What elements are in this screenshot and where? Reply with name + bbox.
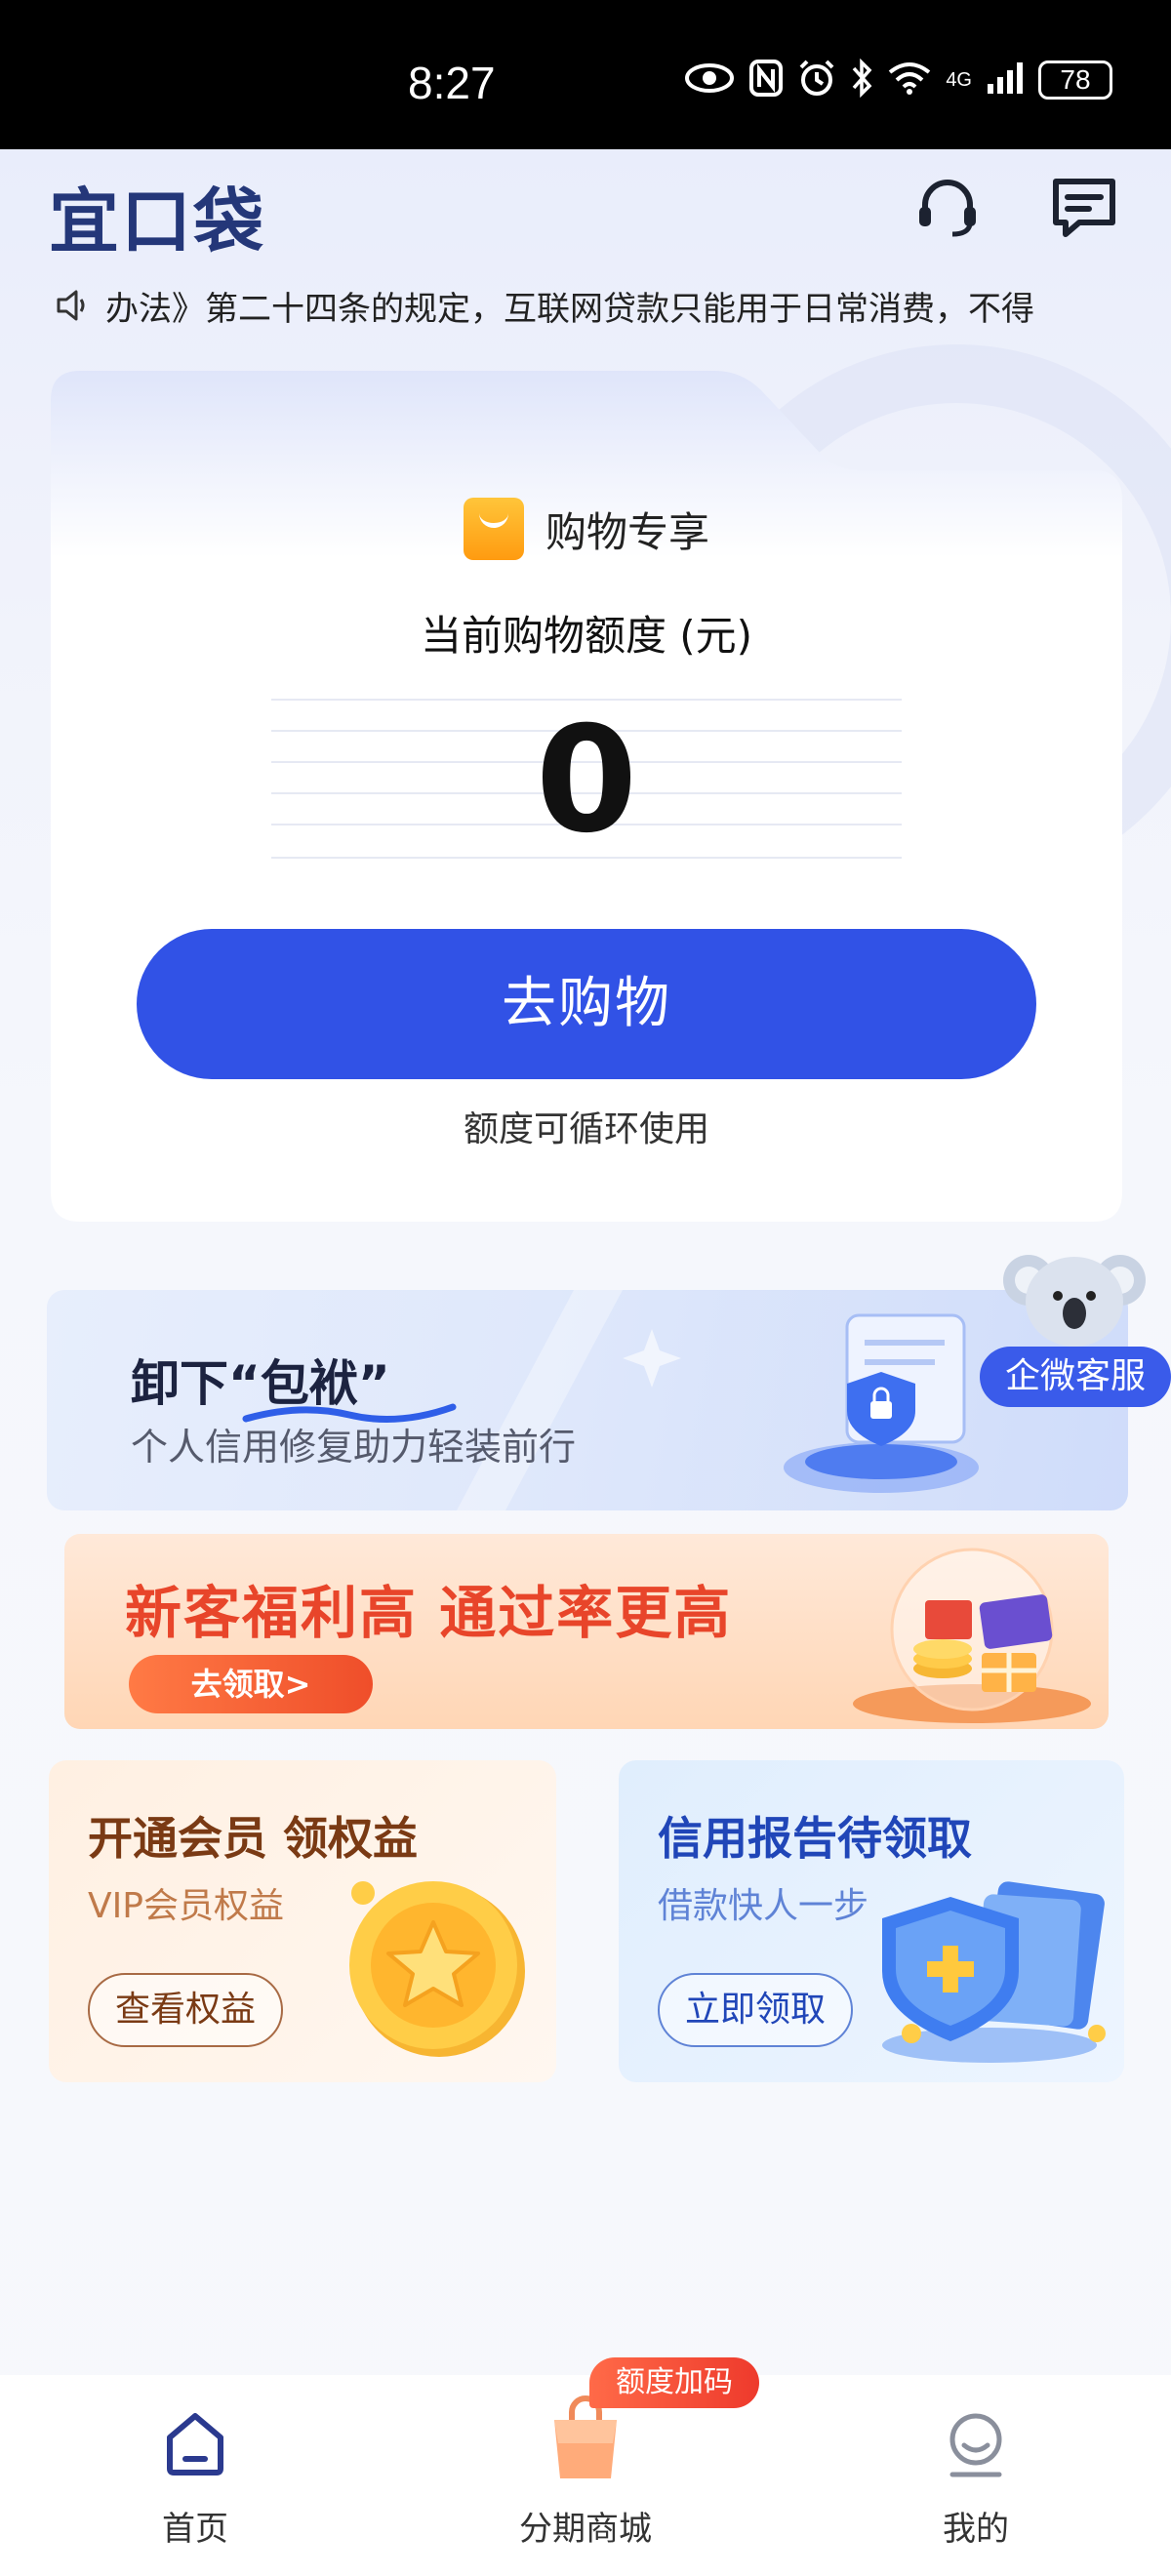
eye-icon <box>684 61 735 99</box>
credit-report-subtitle: 借款快人一步 <box>658 1886 869 1926</box>
nav-label-home: 首页 <box>162 2510 228 2549</box>
nav-item-mine[interactable]: 我的 <box>878 2375 1073 2576</box>
credit-label: 当前购物额度 (元) <box>420 612 753 660</box>
status-time: 8:27 <box>408 58 496 108</box>
network-type: 4G <box>946 68 972 91</box>
credit-amount-area: 0 <box>271 699 902 863</box>
wecom-service-button[interactable]: 企微客服 <box>980 1347 1171 1407</box>
go-shopping-button[interactable]: 去购物 <box>137 929 1036 1079</box>
shield-plus-illustration <box>882 1881 1106 2063</box>
credit-boost-badge: 额度加码 <box>589 2357 759 2408</box>
home-icon <box>167 2413 223 2475</box>
notice-text: 办法》第二十四条的规定，互联网贷款只能用于日常消费，不得 <box>105 289 1034 329</box>
status-icons: 4G 78 <box>684 58 1112 101</box>
bluetooth-icon <box>850 58 873 101</box>
shop-exclusive-row: 购物专享 <box>51 498 1122 560</box>
bottom-nav: 首页 分期商城 我的 <box>0 2375 1171 2576</box>
claim-now-button[interactable]: 立即领取 <box>658 1973 854 2047</box>
view-benefits-button[interactable]: 查看权益 <box>88 1973 284 2047</box>
repair-subtitle: 个人信用修复助力轻装前行 <box>131 1426 577 1469</box>
nav-label-mine: 我的 <box>943 2510 1009 2549</box>
nav-item-home[interactable]: 首页 <box>98 2375 293 2576</box>
shop-exclusive-label: 购物专享 <box>545 507 709 556</box>
nav-label-mall: 分期商城 <box>519 2510 652 2549</box>
banner-decoration <box>457 1290 681 1510</box>
profile-icon <box>949 2413 1002 2477</box>
credit-report-title: 信用报告待领取 <box>658 1812 972 1865</box>
notice-marquee[interactable]: 办法》第二十四条的规定，互联网贷款只能用于日常消费，不得 <box>55 281 1118 330</box>
vip-card-subtitle: VIP会员权益 <box>88 1886 284 1926</box>
vip-card[interactable]: 开通会员 领权益 VIP会员权益 查看权益 <box>49 1760 556 2082</box>
new-customer-promo-banner[interactable]: 新客福利高 通过率更高 去领取> <box>64 1534 1109 1729</box>
wifi-icon <box>887 60 932 100</box>
shield-document-illustration <box>784 1313 979 1493</box>
alarm-icon <box>797 59 836 101</box>
credit-report-card[interactable]: 信用报告待领取 借款快人一步 立即领取 <box>619 1760 1124 2082</box>
credit-amount: 0 <box>535 696 638 865</box>
signal-icon <box>986 60 1025 100</box>
claim-button[interactable]: 去领取> <box>129 1655 373 1713</box>
app-logo: 宜口袋 <box>49 181 266 262</box>
status-bar: 8:27 4G 78 <box>0 0 1171 149</box>
battery-icon: 78 <box>1038 60 1112 100</box>
star-coin-illustration <box>349 1881 525 2057</box>
headset-icon[interactable] <box>913 174 982 242</box>
credit-card: 购物专享 当前购物额度 (元) 0 去购物 额度可循环使用 <box>51 371 1122 1222</box>
gift-globe-illustration <box>853 1548 1091 1723</box>
credit-repair-banner[interactable]: 卸下“包袱” 个人信用修复助力轻装前行 <box>47 1290 1128 1510</box>
promo-title: 新客福利高 通过率更高 <box>125 1580 733 1646</box>
nfc-icon <box>748 59 784 101</box>
speaker-icon <box>55 288 90 323</box>
koala-mascot-icon[interactable] <box>1001 1241 1148 1358</box>
credit-cycle-note: 额度可循环使用 <box>463 1109 709 1149</box>
message-icon[interactable] <box>1050 174 1118 242</box>
shopping-bag-icon <box>463 498 524 560</box>
